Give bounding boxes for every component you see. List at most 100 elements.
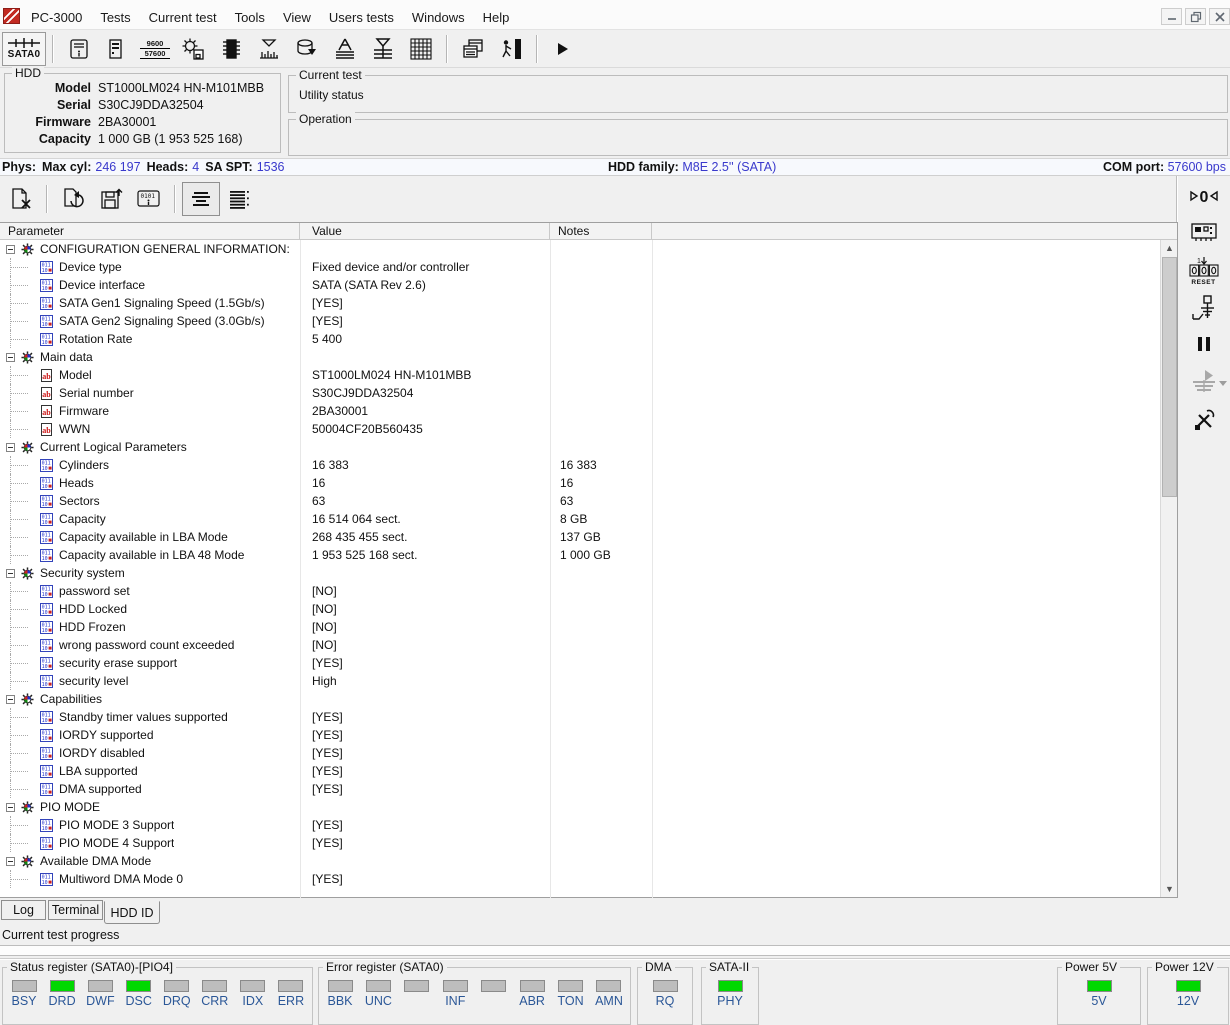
tree-collapse-icon[interactable] <box>6 353 15 362</box>
translator-button[interactable] <box>364 32 402 66</box>
param-row[interactable]: abSerial numberS30CJ9DDA32504 <box>0 384 1177 402</box>
param-row[interactable]: 01110SATA Gen2 Signaling Speed (3.0Gb/s)… <box>0 312 1177 330</box>
param-row[interactable]: 01110LBA supported[YES] <box>0 762 1177 780</box>
database-arrow-icon <box>295 37 319 61</box>
surface-chart-button[interactable] <box>250 32 288 66</box>
param-row[interactable]: 01110wrong password count exceeded[NO] <box>0 636 1177 654</box>
minimize-button[interactable] <box>1161 8 1182 25</box>
tree-collapse-icon[interactable] <box>6 569 15 578</box>
param-row[interactable]: 01110security erase support[YES] <box>0 654 1177 672</box>
utility-settings-button[interactable] <box>174 32 212 66</box>
param-row[interactable]: 01110IORDY disabled[YES] <box>0 744 1177 762</box>
menu-item-pc3000[interactable]: PC-3000 <box>22 7 91 28</box>
param-row[interactable]: 01110HDD Locked[NO] <box>0 600 1177 618</box>
view-grouped-button[interactable] <box>182 182 220 216</box>
menu-item-tests[interactable]: Tests <box>91 7 139 28</box>
tree-collapse-icon[interactable] <box>6 245 15 254</box>
param-row[interactable]: abModelST1000LM024 HN-M101MBB <box>0 366 1177 384</box>
param-row[interactable]: 01110Device interfaceSATA (SATA Rev 2.6) <box>0 276 1177 294</box>
param-row[interactable]: abFirmware2BA30001 <box>0 402 1177 420</box>
param-row[interactable]: 01110Capacity available in LBA 48 Mode1 … <box>0 546 1177 564</box>
param-row[interactable]: 01110Heads1616 <box>0 474 1177 492</box>
param-group-row[interactable]: Security system <box>0 564 1177 582</box>
binary-param-icon: 01110 <box>40 585 53 598</box>
zero-track-button[interactable]: 0 <box>1189 184 1219 208</box>
drive-resources-button[interactable] <box>98 32 136 66</box>
param-row[interactable]: 01110Multiword DMA Mode 0[YES] <box>0 870 1177 888</box>
tree-collapse-icon[interactable] <box>6 803 15 812</box>
save-id-button[interactable] <box>92 182 130 216</box>
param-row[interactable]: 01110IORDY supported[YES] <box>0 726 1177 744</box>
param-row[interactable]: 01110HDD Frozen[NO] <box>0 618 1177 636</box>
menu-item-windows[interactable]: Windows <box>403 7 474 28</box>
param-row[interactable]: 01110security levelHigh <box>0 672 1177 690</box>
menu-item-help[interactable]: Help <box>474 7 519 28</box>
utility-info-button[interactable] <box>60 32 98 66</box>
param-value: Fixed device and/or controller <box>300 260 550 274</box>
tree-collapse-icon[interactable] <box>6 695 15 704</box>
refresh-id-button[interactable] <box>54 182 92 216</box>
param-value: 16 <box>300 476 550 490</box>
menu-item-view[interactable]: View <box>274 7 320 28</box>
param-group-row[interactable]: Current Logical Parameters <box>0 438 1177 456</box>
param-group-row[interactable]: PIO MODE <box>0 798 1177 816</box>
close-button[interactable] <box>1209 8 1230 25</box>
column-header-value[interactable]: Value <box>300 223 550 239</box>
param-row[interactable]: 01110Cylinders16 38316 383 <box>0 456 1177 474</box>
rom-chip-button[interactable] <box>212 32 250 66</box>
svg-text:ab: ab <box>42 389 51 398</box>
param-row[interactable]: 01110password set[NO] <box>0 582 1177 600</box>
param-value: [NO] <box>300 638 550 652</box>
head-align-button[interactable] <box>326 32 364 66</box>
vertical-scrollbar[interactable]: ▲ ▼ <box>1160 240 1177 897</box>
param-group-row[interactable]: CONFIGURATION GENERAL INFORMATION: <box>0 240 1177 258</box>
database-export-button[interactable] <box>288 32 326 66</box>
param-row[interactable]: 01110Device typeFixed device and/or cont… <box>0 258 1177 276</box>
tab-hdd-id[interactable]: HDD ID <box>104 901 160 924</box>
clear-results-button[interactable] <box>2 182 40 216</box>
tree-connector <box>0 420 40 438</box>
windows-list-button[interactable] <box>454 32 492 66</box>
param-group-row[interactable]: Available DMA Mode <box>0 852 1177 870</box>
port-speed-button[interactable]: 9600 57600 <box>136 32 174 66</box>
param-row[interactable]: 01110Rotation Rate5 400 <box>0 330 1177 348</box>
rail-dropdown-icon[interactable] <box>1219 381 1227 386</box>
param-row[interactable]: 01110PIO MODE 3 Support[YES] <box>0 816 1177 834</box>
scrollbar-thumb[interactable] <box>1162 257 1177 497</box>
device-sata0-button[interactable]: SATA0 <box>2 32 46 66</box>
column-header-notes[interactable]: Notes <box>550 223 652 239</box>
column-header-parameter[interactable]: Parameter <box>0 223 300 239</box>
param-row[interactable]: 01110Capacity available in LBA Mode268 4… <box>0 528 1177 546</box>
tab-log[interactable]: Log <box>1 900 46 920</box>
tools-button[interactable] <box>1192 408 1216 432</box>
view-list-button[interactable] <box>220 182 258 216</box>
exit-button[interactable] <box>492 32 530 66</box>
sector-map-button[interactable] <box>402 32 440 66</box>
restore-button[interactable] <box>1185 8 1206 25</box>
reset-counter-button[interactable]: 1 RESET <box>1188 256 1220 286</box>
scroll-up-icon[interactable]: ▲ <box>1161 240 1178 256</box>
menu-item-users-tests[interactable]: Users tests <box>320 7 403 28</box>
param-row[interactable]: 01110Standby timer values supported[YES] <box>0 708 1177 726</box>
tree-collapse-icon[interactable] <box>6 443 15 452</box>
param-row[interactable]: abWWN50004CF20B560435 <box>0 420 1177 438</box>
tab-terminal[interactable]: Terminal <box>48 900 103 920</box>
scroll-down-icon[interactable]: ▼ <box>1161 881 1178 897</box>
pause-button[interactable] <box>1197 336 1211 352</box>
binary-view-button[interactable]: 0101 <box>130 182 168 216</box>
tree-collapse-icon[interactable] <box>6 857 15 866</box>
param-row[interactable]: 01110SATA Gen1 Signaling Speed (1.5Gb/s)… <box>0 294 1177 312</box>
pcb-button[interactable] <box>1190 220 1218 244</box>
param-row[interactable]: 01110PIO MODE 4 Support[YES] <box>0 834 1177 852</box>
power-relay-button[interactable] <box>1191 294 1217 322</box>
menu-item-current-test[interactable]: Current test <box>140 7 226 28</box>
led-label: DSC <box>125 995 151 1008</box>
param-group-row[interactable]: Capabilities <box>0 690 1177 708</box>
menu-item-tools[interactable]: Tools <box>226 7 274 28</box>
run-button[interactable] <box>544 32 582 66</box>
param-row[interactable]: 01110DMA supported[YES] <box>0 780 1177 798</box>
param-row[interactable]: 01110Sectors6363 <box>0 492 1177 510</box>
param-row[interactable]: 01110Capacity16 514 064 sect.8 GB <box>0 510 1177 528</box>
binary-param-icon: 01110 <box>40 747 53 760</box>
param-group-row[interactable]: Main data <box>0 348 1177 366</box>
